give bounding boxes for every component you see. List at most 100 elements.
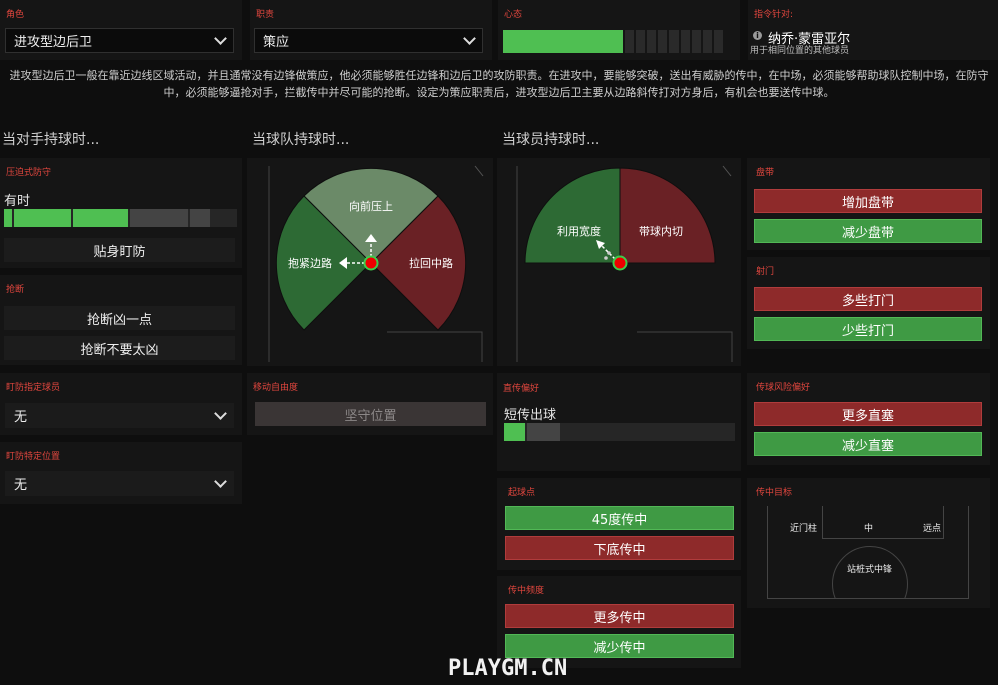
pressing-step bbox=[73, 209, 128, 227]
pressing-step bbox=[4, 209, 12, 227]
risky-pass-title: 传球风险偏好 bbox=[756, 383, 811, 393]
dribble-less-button[interactable]: 减少盘带 bbox=[754, 219, 982, 243]
wheel-segment-cut-inside[interactable] bbox=[619, 167, 716, 264]
section-team-ball: 当球队持球时... bbox=[252, 132, 350, 148]
section-opp-ball: 当对手持球时... bbox=[2, 132, 100, 148]
mark-player-select[interactable]: 无 bbox=[5, 403, 234, 428]
wheel-label-cut-inside: 带球内切 bbox=[639, 224, 683, 238]
fewer-through-balls-button[interactable]: 减少直塞 bbox=[754, 432, 982, 456]
section-player-ball: 当球员持球时... bbox=[502, 132, 600, 148]
mentality-step bbox=[669, 30, 679, 53]
chevron-down-icon bbox=[214, 32, 227, 45]
near-post-zone[interactable]: 近门柱 bbox=[790, 521, 817, 534]
mentality-fill bbox=[503, 30, 623, 53]
ease-off-tackles-button[interactable]: 抢断不要太凶 bbox=[4, 336, 235, 360]
player-wheel: 利用宽度 带球内切 bbox=[516, 165, 733, 362]
shoot-panel: 射门 多些打门 少些打门 bbox=[747, 257, 990, 349]
duty-select[interactable]: 策应 bbox=[254, 28, 483, 53]
watermark: PLAYGM.CN bbox=[448, 656, 568, 681]
pressing-panel: 压迫式防守 有时 贴身盯防 bbox=[0, 158, 242, 268]
dribble-title: 盘带 bbox=[756, 168, 775, 178]
role-description: 进攻型边后卫一般在靠近边线区域活动，并且通常没有边锋做策应，他必须能够胜任边锋和… bbox=[9, 69, 989, 99]
shoot-less-button[interactable]: 少些打门 bbox=[754, 317, 982, 341]
centre-zone[interactable]: 中 bbox=[864, 521, 873, 534]
freedom-panel: 移动自由度 坚守位置 bbox=[247, 373, 493, 435]
mark-position-panel: 盯防特定位置 无 bbox=[0, 442, 242, 504]
wheel-label-width: 利用宽度 bbox=[557, 224, 601, 238]
mark-position-title: 盯防特定位置 bbox=[6, 452, 61, 462]
mentality-step bbox=[702, 30, 712, 53]
passing-step bbox=[527, 423, 560, 441]
player-marker bbox=[363, 255, 379, 271]
role-title: 角色 bbox=[6, 10, 25, 20]
mentality-step bbox=[713, 30, 723, 53]
cross-freq-title: 传中频度 bbox=[508, 586, 545, 596]
tackle-harder-button[interactable]: 抢断凶一点 bbox=[4, 306, 235, 330]
duty-panel: 职责 策应 bbox=[250, 0, 492, 60]
passing-pref-panel: 直传偏好 短传出球 bbox=[497, 373, 741, 471]
role-value: 进攻型边后卫 bbox=[14, 35, 93, 50]
cross-less-button[interactable]: 减少传中 bbox=[505, 634, 734, 658]
cross-more-button[interactable]: 更多传中 bbox=[505, 604, 734, 628]
cross-from-deep-button[interactable]: 45度传中 bbox=[505, 506, 734, 530]
cross-target-panel: 传中目标 近门柱 中 远点 站桩式中锋 bbox=[747, 478, 990, 608]
mark-player-value: 无 bbox=[14, 410, 28, 425]
tackling-title: 抢断 bbox=[6, 285, 25, 295]
instruction-target-sub: 用于相同位置的其他球员 bbox=[750, 46, 850, 56]
passing-pref-value: 短传出球 bbox=[504, 408, 557, 423]
cross-from-byline-button[interactable]: 下底传中 bbox=[505, 536, 734, 560]
chevron-down-icon bbox=[214, 407, 227, 420]
mark-player-title: 盯防指定球员 bbox=[6, 383, 61, 393]
mentality-step bbox=[658, 30, 668, 53]
wheel-label-inside: 拉回中路 bbox=[409, 256, 453, 270]
mentality-step bbox=[647, 30, 657, 53]
shoot-title: 射门 bbox=[756, 267, 775, 277]
mark-player-panel: 盯防指定球员 无 bbox=[0, 373, 242, 435]
team-wheel-panel: 向前压上 抱紧边路 拉回中路 bbox=[247, 158, 493, 366]
tackling-panel: 抢断 抢断凶一点 抢断不要太凶 bbox=[0, 275, 242, 365]
player-wheel-panel: 利用宽度 带球内切 bbox=[497, 158, 741, 366]
mark-position-value: 无 bbox=[14, 478, 28, 493]
mentality-step bbox=[680, 30, 690, 53]
tight-marking-button[interactable]: 贴身盯防 bbox=[4, 238, 235, 262]
chevron-down-icon bbox=[214, 475, 227, 488]
mentality-title: 心态 bbox=[504, 10, 523, 20]
mentality-step bbox=[636, 30, 646, 53]
dribble-more-button[interactable]: 增加盘带 bbox=[754, 189, 982, 213]
wheel-label-forward: 向前压上 bbox=[349, 199, 393, 213]
mentality-step bbox=[625, 30, 635, 53]
pressing-step bbox=[14, 209, 71, 227]
mark-position-select[interactable]: 无 bbox=[5, 471, 234, 496]
mentality-panel: 心态 bbox=[498, 0, 740, 60]
cross-from-panel: 起球点 45度传中 下底传中 bbox=[497, 478, 741, 570]
passing-pref-bar[interactable] bbox=[504, 423, 735, 441]
wheel-label-wide: 抱紧边路 bbox=[288, 256, 332, 270]
dribble-dot bbox=[607, 251, 611, 255]
hold-position-button[interactable]: 坚守位置 bbox=[255, 402, 486, 426]
duty-value: 策应 bbox=[263, 35, 290, 50]
instruction-target-title: 指令针对: bbox=[754, 10, 794, 20]
pressing-step bbox=[130, 209, 188, 227]
pressing-step bbox=[190, 209, 210, 227]
far-post-zone[interactable]: 远点 bbox=[923, 521, 941, 534]
role-panel: 角色 进攻型边后卫 bbox=[0, 0, 242, 60]
player-marker bbox=[612, 255, 628, 271]
risky-pass-panel: 传球风险偏好 更多直塞 减少直塞 bbox=[747, 373, 990, 465]
wheel-segment-width[interactable] bbox=[524, 167, 621, 264]
cross-freq-panel: 传中频度 更多传中 减少传中 bbox=[497, 576, 741, 668]
duty-title: 职责 bbox=[256, 10, 275, 20]
target-man-zone[interactable]: 站桩式中锋 bbox=[847, 562, 892, 575]
pressing-bar[interactable] bbox=[4, 209, 237, 227]
dribble-panel: 盘带 增加盘带 减少盘带 bbox=[747, 158, 990, 250]
team-wheel: 向前压上 抱紧边路 拉回中路 bbox=[268, 165, 484, 362]
role-select[interactable]: 进攻型边后卫 bbox=[5, 28, 234, 53]
freedom-title: 移动自由度 bbox=[253, 383, 299, 393]
more-through-balls-button[interactable]: 更多直塞 bbox=[754, 402, 982, 426]
chevron-down-icon bbox=[463, 32, 476, 45]
shoot-more-button[interactable]: 多些打门 bbox=[754, 287, 982, 311]
mentality-steps bbox=[625, 30, 723, 53]
mentality-bar[interactable] bbox=[503, 30, 723, 53]
dribble-dot bbox=[604, 256, 608, 260]
cross-from-title: 起球点 bbox=[508, 488, 536, 498]
pressing-title: 压迫式防守 bbox=[6, 168, 52, 178]
